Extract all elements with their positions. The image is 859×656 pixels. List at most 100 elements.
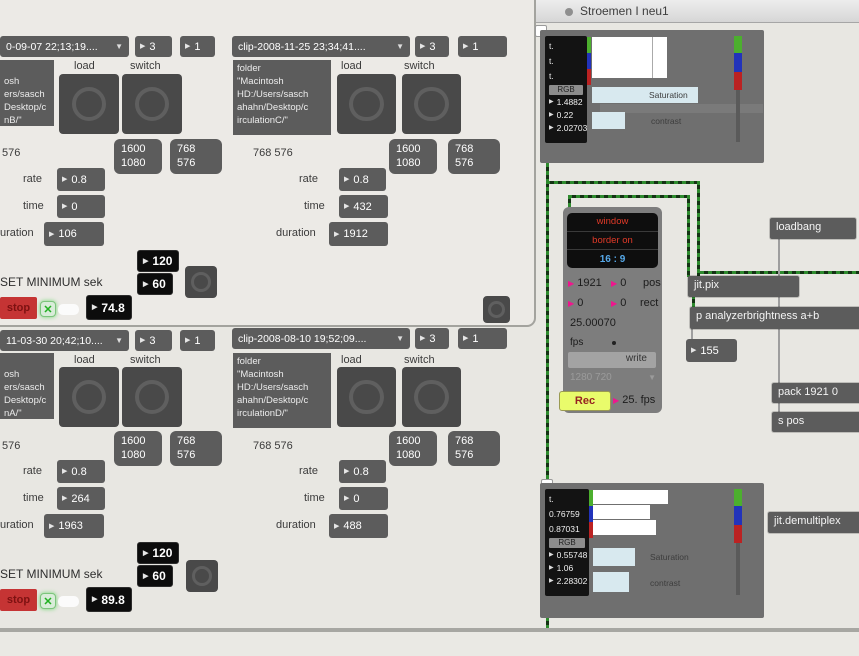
patch-cord <box>687 195 690 277</box>
switch-number-b[interactable]: ▶ 1 <box>458 36 507 57</box>
minutes-low-number-a[interactable]: ▶ 60 <box>137 273 173 295</box>
trigger-row: t. <box>549 492 585 507</box>
clip-menu-b[interactable]: clip-2008-11-25 23;34;41.... ▼ <box>232 36 410 57</box>
resolution-sd-message-d[interactable]: 768 576 <box>448 431 500 466</box>
time-number-d[interactable]: ▶ 0 <box>339 487 388 510</box>
switch-dial-b[interactable] <box>402 74 461 134</box>
red-gain-number[interactable]: ▶ 1.4882 <box>549 96 583 109</box>
pos-label: pos <box>643 277 661 289</box>
switch-number-c-value: 1 <box>194 335 200 347</box>
rgb-multislider-bottom[interactable] <box>593 490 668 504</box>
fps-menu-dot-icon[interactable] <box>612 341 616 345</box>
toggle-c[interactable]: ✕ <box>40 593 56 609</box>
resolution-sd-message-a[interactable]: 768 576 <box>170 139 222 174</box>
loop-count-a[interactable]: ▶ 3 <box>135 36 172 57</box>
rate-number-d[interactable]: ▶ 0.8 <box>339 460 386 483</box>
folder-path-a[interactable]: osh ers/sasch Desktop/c nB/" <box>0 60 54 126</box>
bang-button-a[interactable] <box>185 266 217 298</box>
load-dial-d[interactable] <box>337 367 396 427</box>
rate-number-a[interactable]: ▶ 0.8 <box>57 168 105 191</box>
bang-button-c[interactable] <box>186 560 218 592</box>
switch-number-d[interactable]: ▶ 1 <box>458 328 507 349</box>
load-dial-b[interactable] <box>337 74 396 134</box>
write-button[interactable]: write <box>568 352 656 368</box>
number-triangle-icon: ▶ <box>344 176 349 183</box>
send-pos-object: s pos <box>772 412 859 432</box>
dial-ring-icon <box>414 87 448 122</box>
minutes-high-number-c[interactable]: ▶ 120 <box>137 542 179 564</box>
resolution-hd-message-d[interactable]: 1600 1080 <box>389 431 437 466</box>
rgb-multislider-top[interactable] <box>592 37 667 78</box>
switch-dial-c[interactable] <box>122 367 182 427</box>
time-number-a[interactable]: ▶ 0 <box>57 195 105 218</box>
blue-gain-number[interactable]: ▶ 2.02703 <box>549 122 583 135</box>
folder-path-c[interactable]: osh ers/sasch Desktop/c nA/" <box>0 353 54 419</box>
rec-fps-number[interactable]: ▶ 25. fps <box>613 394 655 406</box>
loop-count-c[interactable]: ▶ 3 <box>135 330 172 351</box>
scroll-track[interactable] <box>736 543 740 595</box>
load-dial-c[interactable] <box>59 367 119 427</box>
contrast-slider-top[interactable] <box>592 112 625 129</box>
rect-x-number[interactable]: ▶ 0 <box>568 297 583 309</box>
duration-number-b[interactable]: ▶ 1912 <box>329 222 388 246</box>
rate-number-b[interactable]: ▶ 0.8 <box>339 168 386 191</box>
saturation-slider-bottom[interactable] <box>593 548 635 566</box>
brightness-number[interactable]: ▶ 155 <box>686 339 737 362</box>
toggle-a[interactable]: ✕ <box>40 301 56 317</box>
resolution-hd-message-c[interactable]: 1600 1080 <box>114 431 162 466</box>
duration-number-c[interactable]: ▶ 1963 <box>44 514 104 538</box>
folder-path-d[interactable]: folder "Macintosh HD:/Users/sasch ahahn/… <box>233 353 331 428</box>
contrast-slider-bottom[interactable] <box>593 572 629 592</box>
led-c[interactable] <box>58 596 79 607</box>
loop-count-d[interactable]: ▶ 3 <box>415 328 449 349</box>
minimum-value-a[interactable]: ▶ 74.8 <box>86 295 132 320</box>
rect-y-number[interactable]: ▶ 0 <box>611 297 626 309</box>
rgb-multislider-bottom[interactable] <box>593 520 656 535</box>
green-gain-number[interactable]: ▶ 0.22 <box>549 109 583 122</box>
clip-menu-a[interactable]: 0-09-07 22;13;19.... ▼ <box>0 36 129 57</box>
switch-number-a[interactable]: ▶ 1 <box>180 36 215 57</box>
resolution-sd-message-b[interactable]: 768 576 <box>448 139 500 174</box>
duration-number-a[interactable]: ▶ 106 <box>44 222 104 246</box>
green-gain-number[interactable]: ▶ 1.06 <box>549 562 585 575</box>
time-number-b[interactable]: ▶ 432 <box>339 195 388 218</box>
pos-x-value: 1921 <box>577 277 601 289</box>
switch-dial-d[interactable] <box>402 367 461 427</box>
minutes-low-number-c[interactable]: ▶ 60 <box>137 565 173 587</box>
pos-x-number[interactable]: ▶ 1921 <box>568 277 602 289</box>
clip-menu-d[interactable]: clip-2008-08-10 19;52;09.... ▼ <box>232 328 410 349</box>
red-gain-number[interactable]: ▶ 0.55748 <box>549 549 585 562</box>
minutes-high-number-a[interactable]: ▶ 120 <box>137 250 179 272</box>
switch-number-c[interactable]: ▶ 1 <box>180 330 215 351</box>
number-triangle-icon: ▶ <box>185 337 190 344</box>
led-a[interactable] <box>58 304 79 315</box>
number-triangle-icon: ▶ <box>140 43 145 50</box>
blue-gain-number[interactable]: ▶ 2.28302 <box>549 575 585 588</box>
rec-button[interactable]: Rec <box>559 391 611 411</box>
time-number-c[interactable]: ▶ 264 <box>57 487 105 510</box>
red-swatch <box>734 72 742 90</box>
resolution-hd-message-b[interactable]: 1600 1080 <box>389 139 437 174</box>
rate-number-c[interactable]: ▶ 0.8 <box>57 460 105 483</box>
border-on-button[interactable]: border on <box>567 232 658 251</box>
switch-dial-a[interactable] <box>122 74 182 134</box>
minimum-value-c[interactable]: ▶ 89.8 <box>86 587 132 612</box>
clip-menu-c[interactable]: 11-03-30 20;42;10.... ▼ <box>0 330 129 351</box>
load-dial-a[interactable] <box>59 74 119 134</box>
fps-value[interactable]: 25.00070 <box>570 317 616 329</box>
resolution-menu[interactable]: 1280 720 ▼ <box>570 371 656 384</box>
resolution-hd-message-a[interactable]: 1600 1080 <box>114 139 162 174</box>
folder-path-b[interactable]: folder "Macintosh HD:/Users/sasch ahahn/… <box>233 60 331 135</box>
blue-swatch <box>734 53 742 72</box>
bang-button-top[interactable] <box>483 296 510 323</box>
loop-count-b[interactable]: ▶ 3 <box>415 36 449 57</box>
duration-number-d[interactable]: ▶ 488 <box>329 514 388 538</box>
stop-button-a[interactable]: stop <box>0 297 37 319</box>
resolution-sd-message-c[interactable]: 768 576 <box>170 431 222 466</box>
pos-y-number[interactable]: ▶ 0 <box>611 277 626 289</box>
aspect-ratio-button[interactable]: 16 : 9 <box>567 250 658 268</box>
scroll-track[interactable] <box>736 90 740 142</box>
stop-button-c[interactable]: stop <box>0 589 37 611</box>
rgb-multislider-bottom[interactable] <box>593 505 650 519</box>
window-button[interactable]: window <box>567 213 658 232</box>
